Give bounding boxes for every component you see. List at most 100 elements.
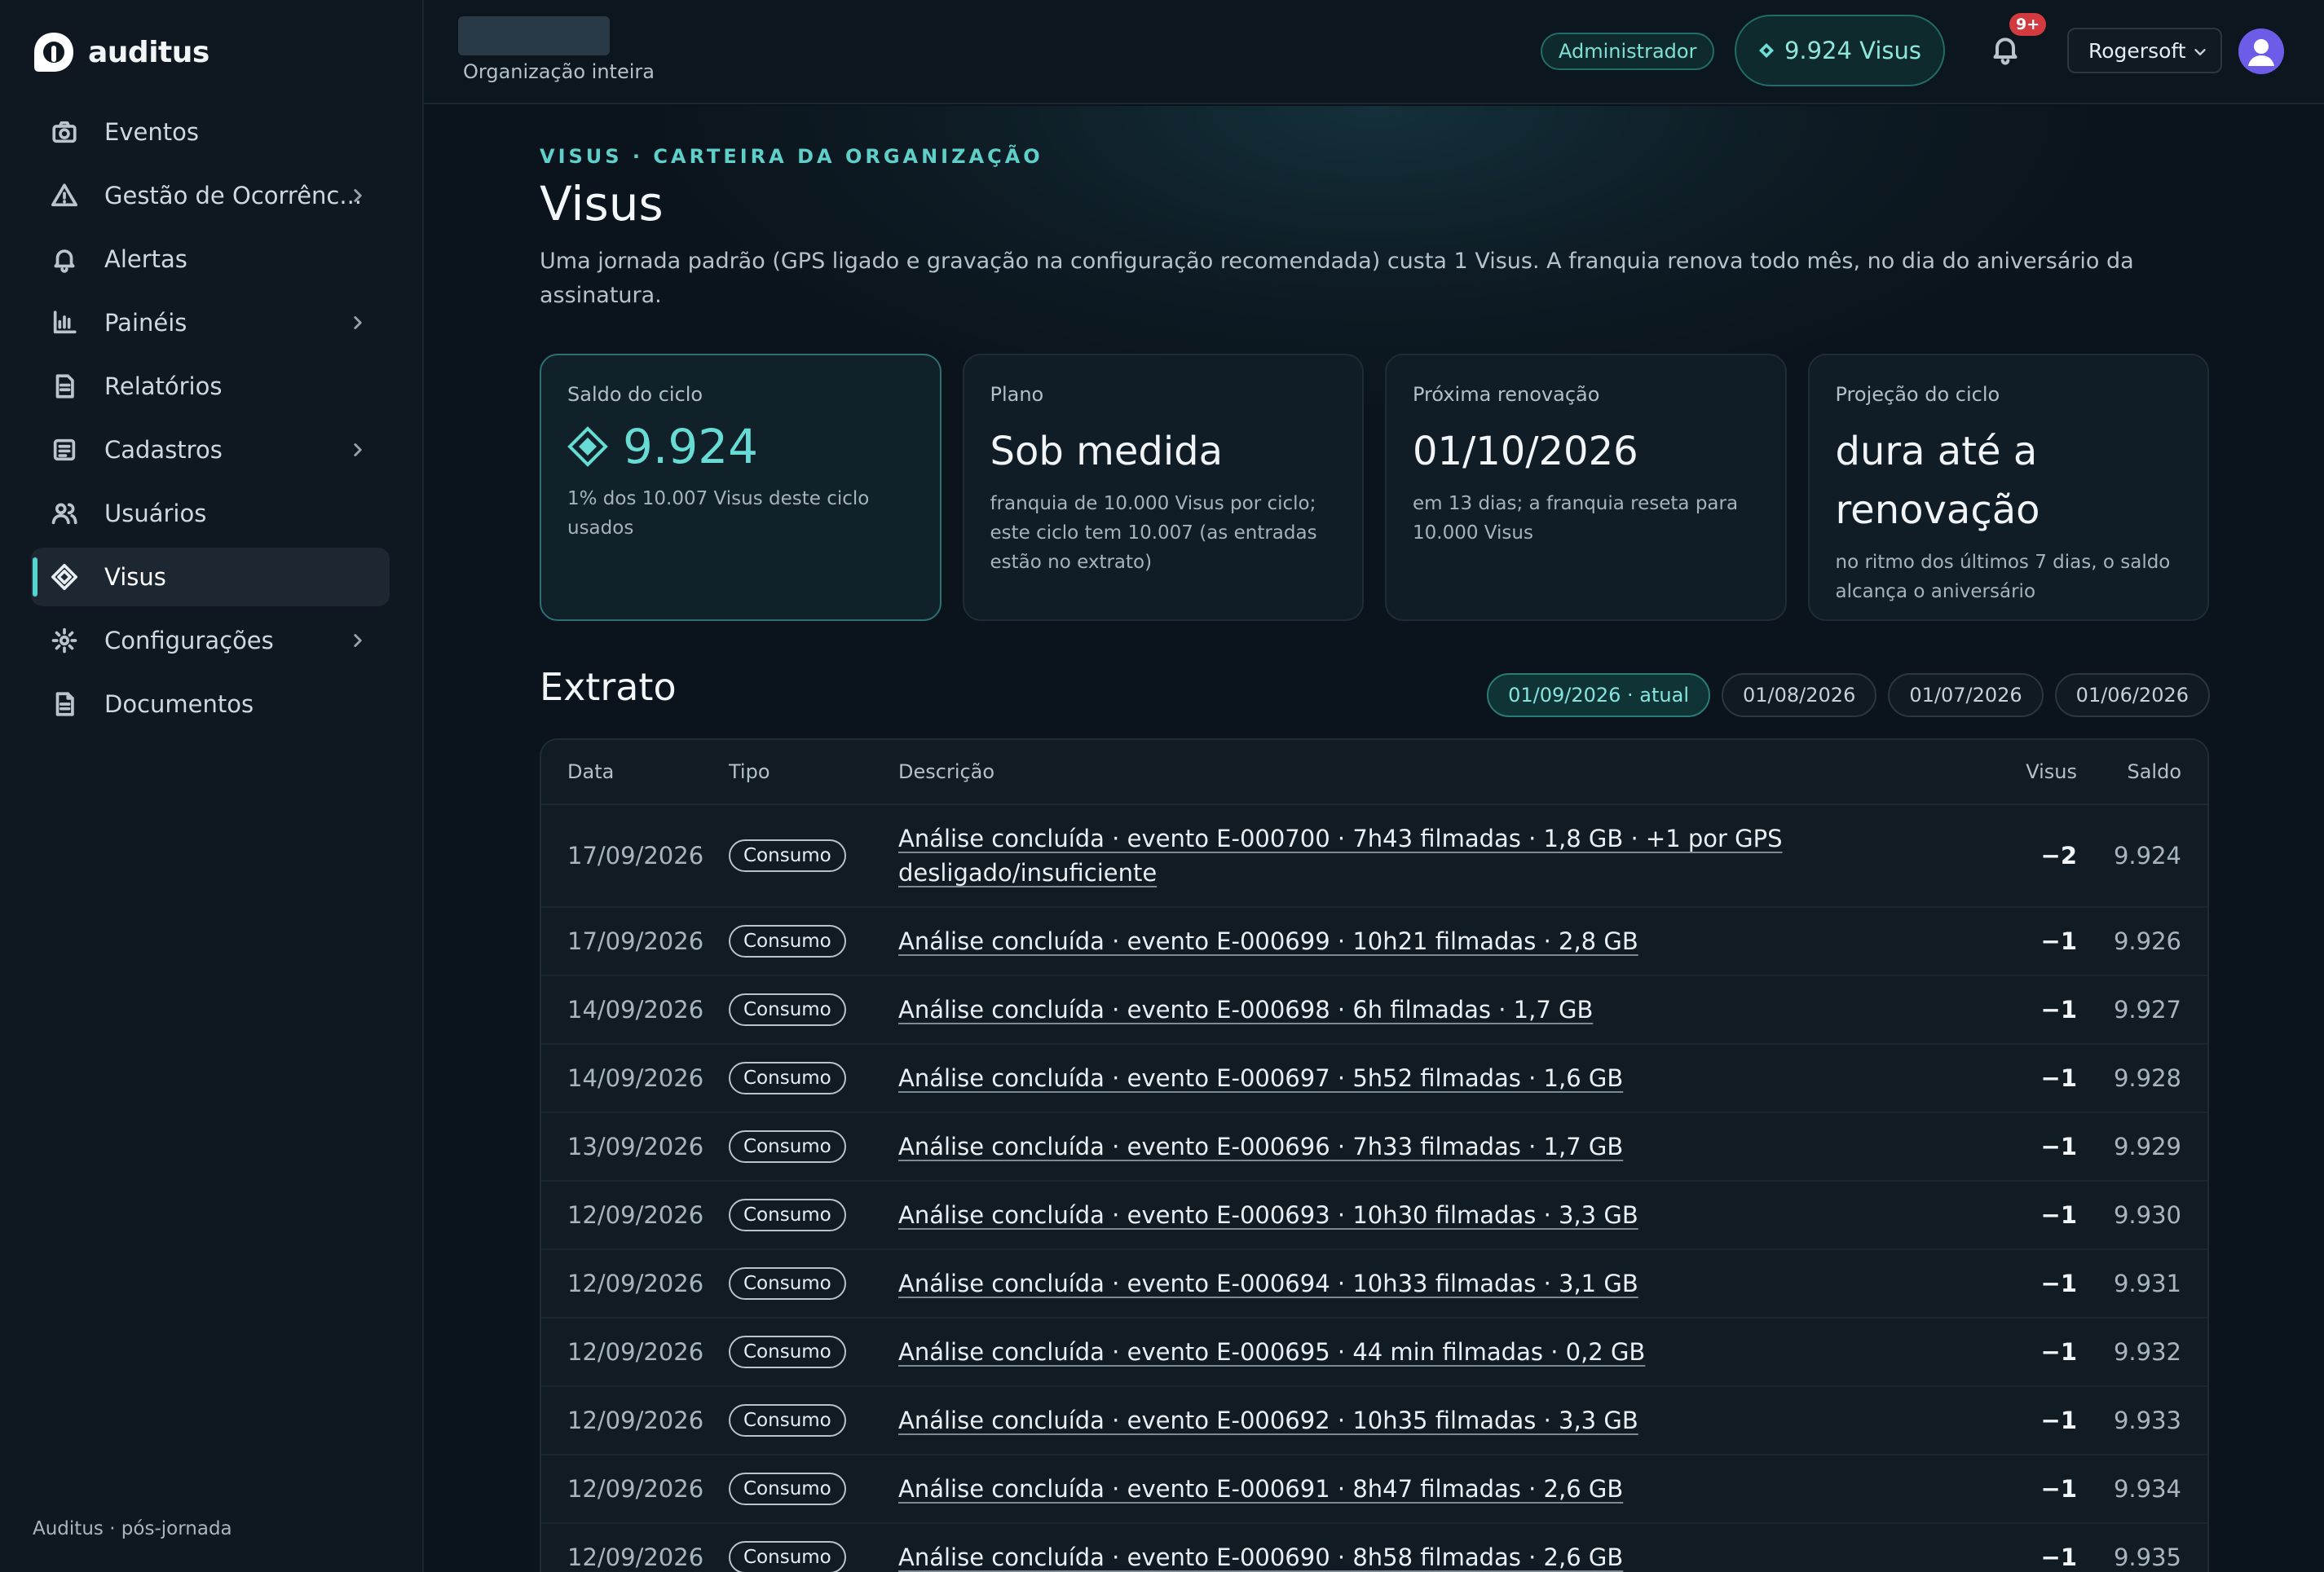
cell-description: Análise concluída · evento E-000699 · 10… [898,924,1987,958]
sidebar-item-alertas[interactable]: Alertas [31,230,390,288]
org-name-placeholder [458,16,610,55]
cell-saldo: 9.932 [2113,1338,2181,1366]
event-link[interactable]: Análise concluída · evento E-000699 · 10… [898,927,1638,955]
event-link[interactable]: Análise concluída · evento E-000698 · 6h… [898,996,1593,1024]
account-select[interactable]: Rogersoft [2067,28,2222,73]
brand-name: auditus [88,35,209,69]
sidebar-item-gestao-de-ocorrenc[interactable]: Gestão de Ocorrênc... [31,166,390,225]
cell-type: Consumo [729,925,898,958]
card-subtitle: franquia de 10.000 Visus por ciclo; este… [990,493,1317,573]
cell-saldo: 9.930 [2113,1201,2181,1229]
event-link[interactable]: Análise concluída · evento E-000700 · 7h… [898,825,1783,887]
cell-date: 14/09/2026 [567,996,704,1024]
cell-saldo: 9.929 [2113,1133,2181,1160]
cell-type: Consumo [729,1062,898,1094]
card-label: Plano [990,383,1044,406]
active-indicator [33,557,37,597]
cell-saldo: 9.926 [2113,927,2181,955]
sidebar-item-paineis[interactable]: Painéis [31,293,390,352]
cell-visus: −1 [2040,1543,2077,1571]
event-link[interactable]: Análise concluída · evento E-000694 · 10… [898,1270,1638,1297]
sidebar-item-label: Alertas [104,245,187,273]
sidebar-item-label: Painéis [104,309,187,337]
cell-date: 12/09/2026 [567,1338,704,1366]
card-subtitle: em 13 dias; a franquia reseta para 10.00… [1413,493,1739,544]
notifications-button[interactable] [1989,33,2025,68]
card-subtitle: no ritmo dos últimos 7 dias, o saldo alc… [1835,552,2171,602]
extrato-table: Data Tipo Descrição Visus Saldo 17/09/20… [540,738,2209,1572]
table-row: 12/09/2026 Consumo Análise concluída · eve… [541,1250,2207,1319]
card-plano: Plano Sob medida franquia de 10.000 Visu… [962,354,1364,621]
table-row: 12/09/2026 Consumo Análise concluída · eve… [541,1387,2207,1455]
sidebar-item-documentos[interactable]: Documentos [31,675,390,733]
event-link[interactable]: Análise concluída · evento E-000691 · 8h… [898,1475,1623,1503]
warning-icon [51,182,78,209]
visus-balance-button[interactable]: 9.924 Visus [1735,15,1945,86]
table-row: 13/09/2026 Consumo Análise concluída · eve… [541,1113,2207,1182]
column-header-description: Descrição [898,760,995,783]
sidebar-item-eventos[interactable]: Eventos [31,103,390,161]
event-link[interactable]: Análise concluída · evento E-000690 · 8h… [898,1543,1623,1571]
org-switcher[interactable]: Organização inteira [458,16,655,83]
chevron-right-icon [347,184,368,205]
sidebar-item-label: Configurações [104,627,274,654]
sidebar-item-visus[interactable]: Visus [31,548,390,606]
cell-type: Consumo [729,1404,898,1437]
sidebar-item-relatorios[interactable]: Relatórios [31,357,390,416]
page-eyebrow: VISUS · CARTEIRA DA ORGANIZAÇÃO [540,145,1043,168]
cell-date: 12/09/2026 [567,1407,704,1434]
table-row: 12/09/2026 Consumo Análise concluída · eve… [541,1182,2207,1250]
card-label: Saldo do ciclo [567,383,703,406]
sidebar-item-usuarios[interactable]: Usuários [31,484,390,543]
cell-description: Análise concluída · evento E-000696 · 7h… [898,1129,1987,1164]
avatar[interactable] [2238,29,2284,74]
cell-date: 12/09/2026 [567,1543,704,1571]
sidebar-item-label: Cadastros [104,436,223,464]
sidebar-item-label: Eventos [104,118,199,146]
diamond-icon [1758,43,1774,58]
table-row: 12/09/2026 Consumo Análise concluída · eve… [541,1455,2207,1524]
event-link[interactable]: Análise concluída · evento E-000697 · 5h… [898,1064,1623,1092]
document-icon [51,372,78,400]
sidebar-item-cadastros[interactable]: Cadastros [31,421,390,479]
cell-type: Consumo [729,1336,898,1368]
notifications-count-badge: 9+ [2009,13,2047,36]
table-row: 17/09/2026 Consumo Análise concluída · eve… [541,908,2207,976]
sidebar: auditus Eventos Gestão de Ocorrênc... Aler… [0,0,424,1572]
cell-visus: −1 [2040,1270,2077,1297]
type-badge: Consumo [729,993,846,1026]
cell-visus: −1 [2040,1338,2077,1366]
sidebar-item-label: Gestão de Ocorrênc... [104,182,363,209]
cell-visus: −1 [2040,1133,2077,1160]
event-link[interactable]: Análise concluída · evento E-000696 · 7h… [898,1133,1623,1160]
type-badge: Consumo [729,1199,846,1231]
event-link[interactable]: Análise concluída · evento E-000692 · 10… [898,1407,1638,1434]
cycle-tab[interactable]: 01/09/2026 · atual [1487,673,1711,717]
card-value: dura até a renovação [1835,429,2040,533]
event-link[interactable]: Análise concluída · evento E-000695 · 44… [898,1338,1645,1366]
type-badge: Consumo [729,839,846,872]
card-label: Próxima renovação [1413,383,1600,406]
sidebar-item-label: Documentos [104,690,254,718]
cell-visus: −1 [2040,1475,2077,1503]
cell-description: Análise concluída · evento E-000691 · 8h… [898,1472,1987,1506]
event-link[interactable]: Análise concluída · evento E-000693 · 10… [898,1201,1638,1229]
cycle-tab[interactable]: 01/08/2026 [1722,673,1877,717]
sidebar-item-configuracoes[interactable]: Configurações [31,611,390,670]
file-icon [51,690,78,718]
cell-visus: −2 [2040,842,2077,870]
cycle-tab[interactable]: 01/06/2026 [2054,673,2210,717]
cell-type: Consumo [729,839,898,872]
cell-date: 12/09/2026 [567,1475,704,1503]
table-row: 12/09/2026 Consumo Análise concluída · eve… [541,1319,2207,1387]
page-description: Uma jornada padrão (GPS ligado e gravaçã… [540,249,2134,308]
chevron-right-icon [347,438,368,460]
brand[interactable]: auditus [31,29,209,75]
type-badge: Consumo [729,1267,846,1300]
extrato-title: Extrato [540,665,677,709]
diamond-icon [567,426,608,467]
chevron-right-icon [347,311,368,332]
cell-date: 13/09/2026 [567,1133,704,1160]
cycle-tab[interactable]: 01/07/2026 [1888,673,2044,717]
cell-visus: −1 [2040,1407,2077,1434]
